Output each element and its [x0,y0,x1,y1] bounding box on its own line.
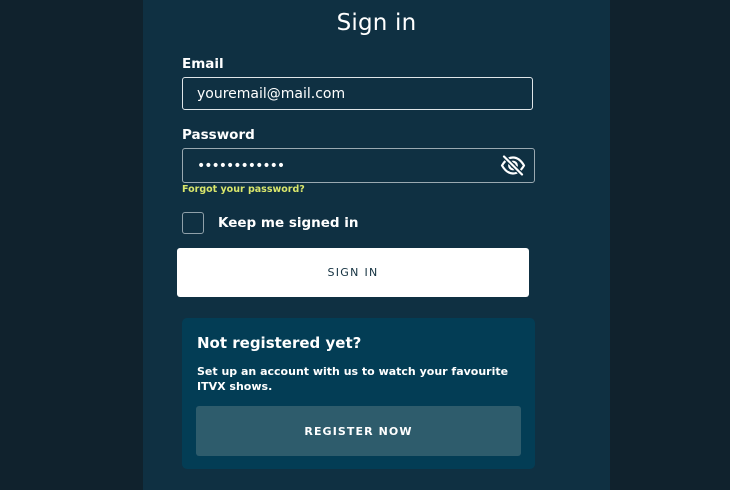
password-field[interactable] [182,148,535,183]
keep-signed-in-row[interactable]: Keep me signed in [182,211,359,235]
register-now-button[interactable]: REGISTER NOW [196,406,521,456]
show-password-button[interactable] [500,154,526,177]
page: Sign in Email Password Forgot your passw… [0,0,730,490]
sign-in-panel: Sign in Email Password Forgot your passw… [143,0,610,490]
forgot-password-link[interactable]: Forgot your password? [182,184,305,195]
email-field[interactable] [182,77,533,110]
register-card: Not registered yet? Set up an account wi… [182,318,535,469]
keep-signed-in-checkbox[interactable] [182,212,204,234]
sign-in-button[interactable]: SIGN IN [177,248,529,297]
eye-slash-icon [500,154,526,177]
register-description: Set up an account with us to watch your … [197,365,509,393]
register-title: Not registered yet? [197,334,362,352]
password-wrapper [182,148,535,183]
password-label: Password [182,127,255,143]
keep-signed-in-label: Keep me signed in [218,215,359,231]
page-title: Sign in [336,10,417,36]
email-label: Email [182,56,224,72]
